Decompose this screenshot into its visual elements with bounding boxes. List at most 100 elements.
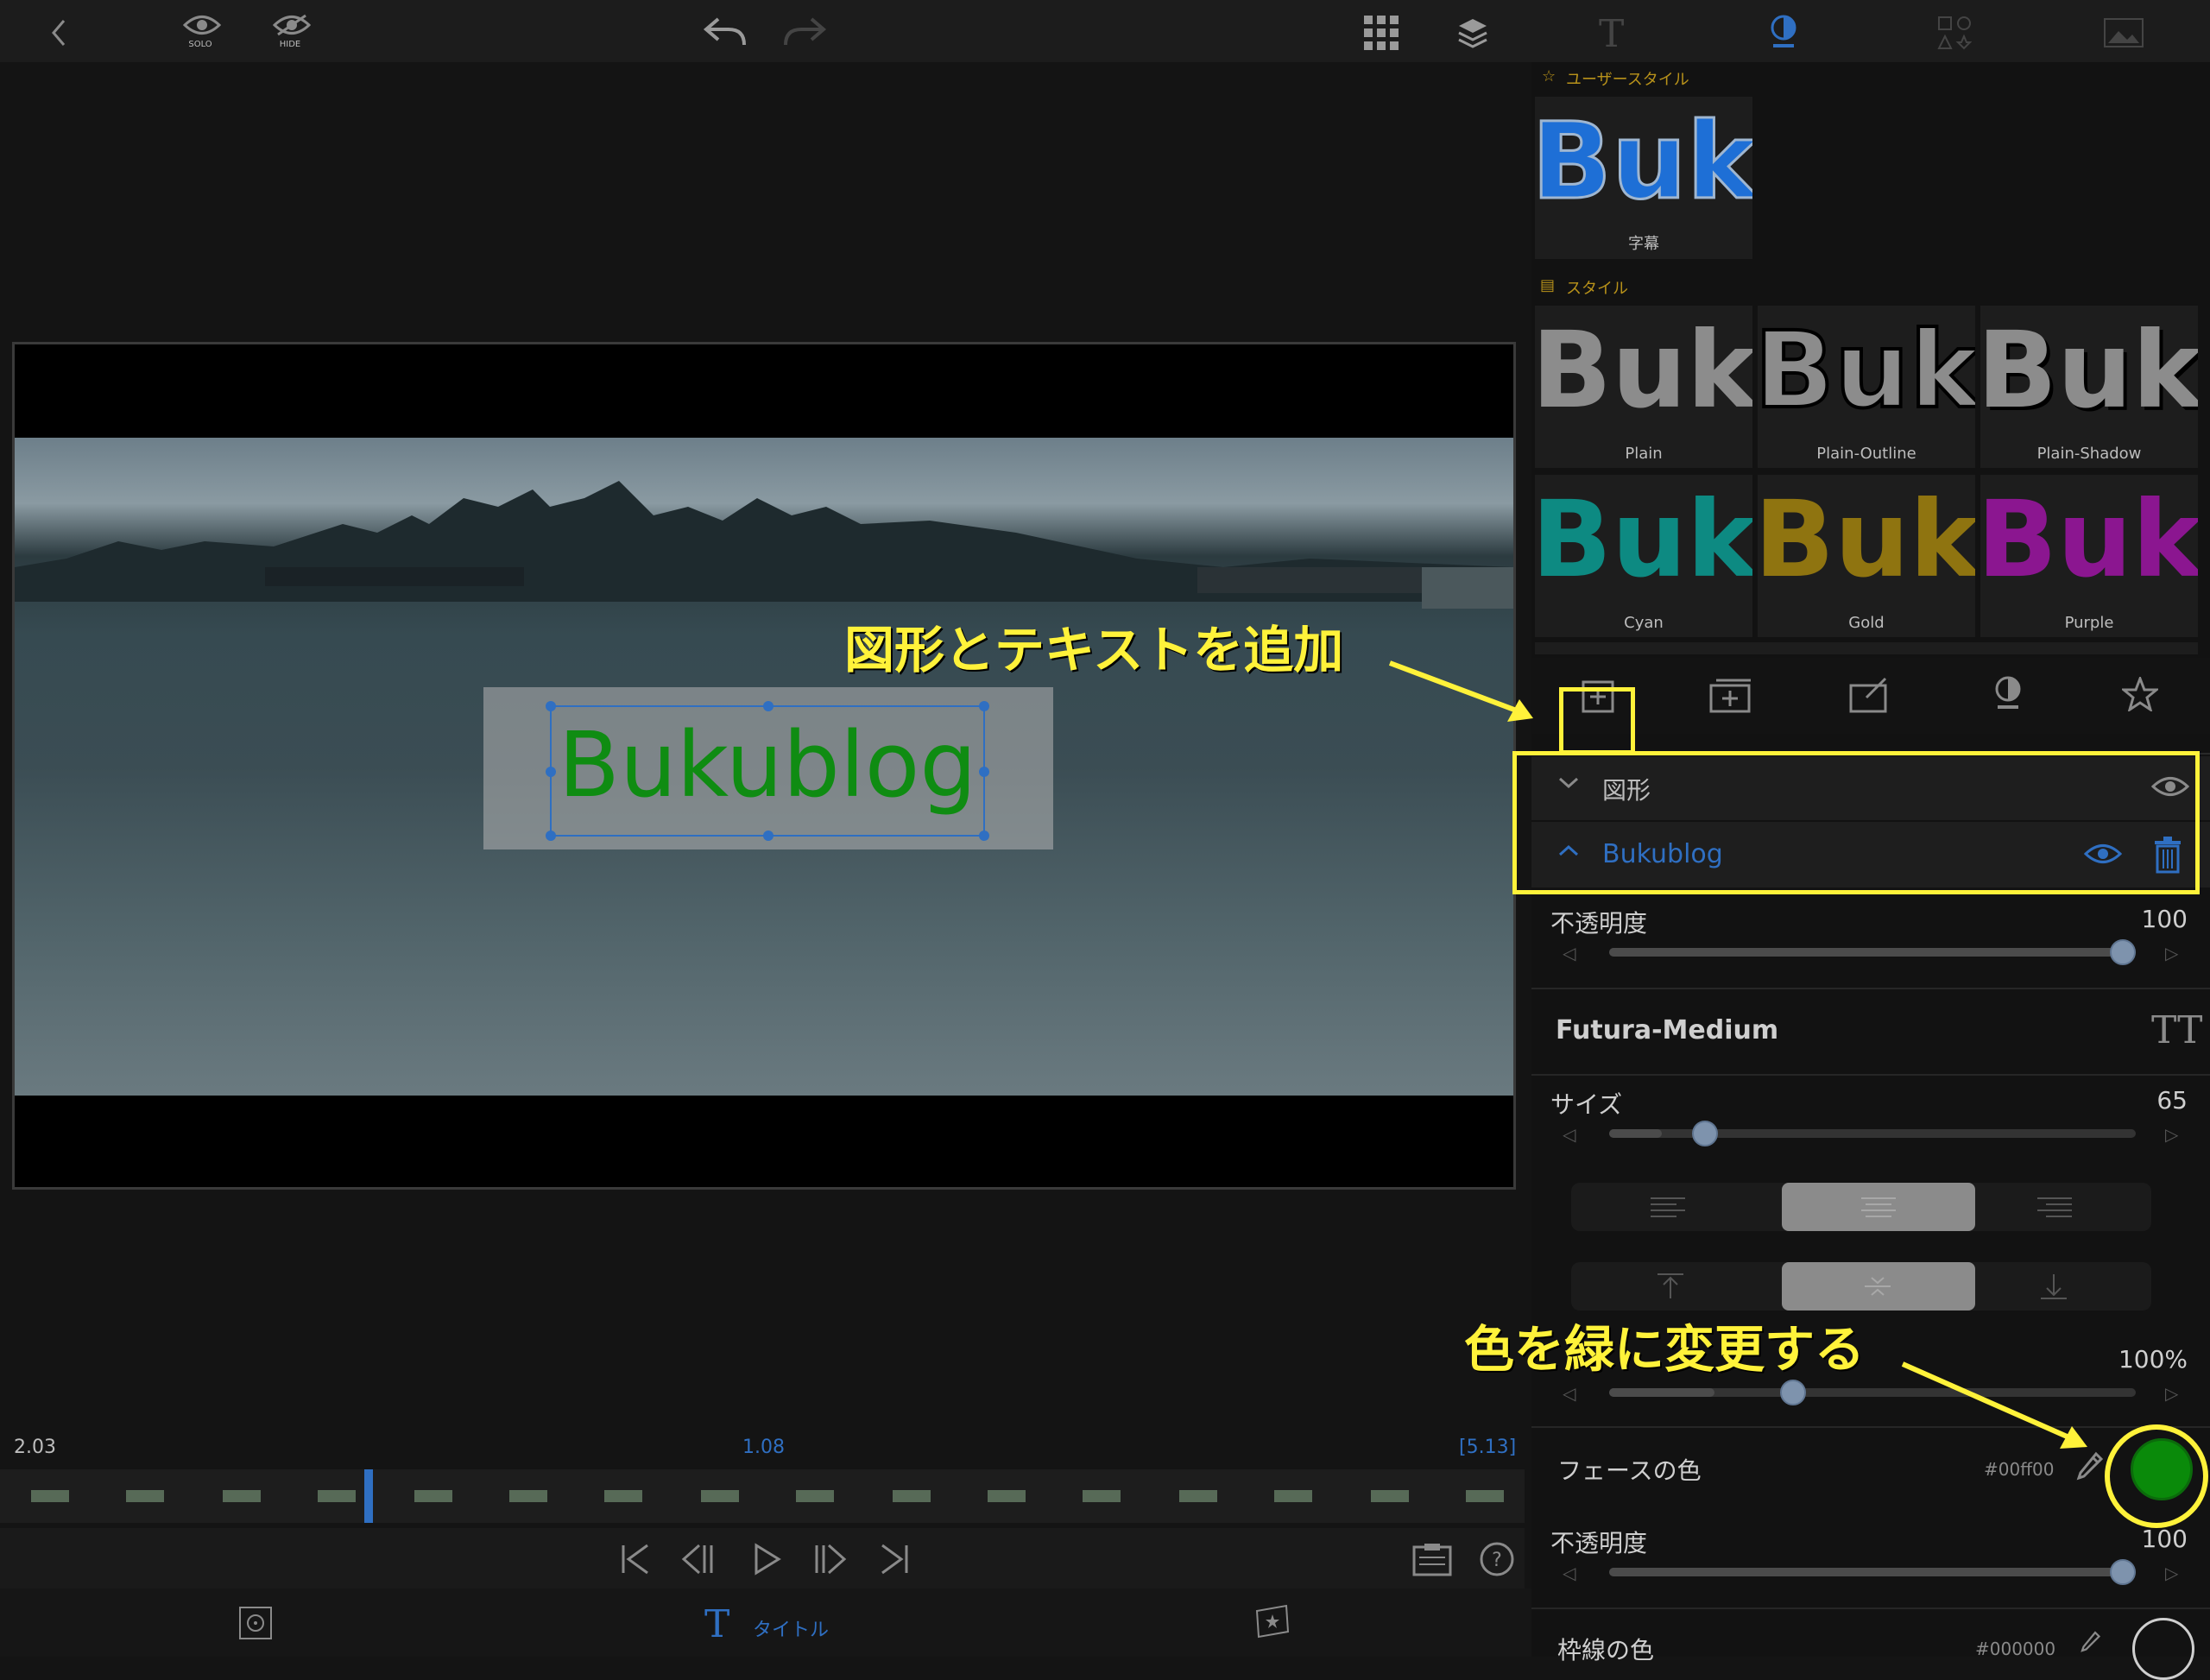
step-back-icon[interactable]: [680, 1542, 715, 1576]
style-thumb-plain[interactable]: Buku Plain: [1535, 306, 1752, 468]
title-tab-label[interactable]: タイトル: [753, 1614, 829, 1642]
solo-label: SOLO: [188, 40, 212, 49]
align-right-button[interactable]: [1958, 1183, 2151, 1231]
size-decrease-icon[interactable]: ◁: [1563, 1124, 1575, 1145]
face-opacity-decrease-icon[interactable]: ◁: [1563, 1563, 1575, 1583]
timeline-total-time: [5.13]: [1459, 1437, 1517, 1458]
style-row-partial: [1535, 642, 2198, 654]
favorite-star-icon[interactable]: [2122, 677, 2158, 711]
annotation-highlight-layers: [1512, 751, 2200, 894]
timeline-clip: [1274, 1490, 1312, 1502]
back-chevron-icon[interactable]: [48, 17, 69, 48]
video-preview-frame[interactable]: Bukublog: [12, 342, 1516, 1190]
selection-box[interactable]: Bukublog: [546, 701, 989, 841]
clipboard-icon[interactable]: [1412, 1542, 1452, 1576]
timeline-current-time: 1.08: [742, 1437, 785, 1458]
align-middle-button[interactable]: [1782, 1262, 1975, 1311]
opacity-slider[interactable]: [1609, 948, 2136, 957]
effects-tab-icon[interactable]: [1253, 1604, 1291, 1639]
timeline-left-time: 2.03: [14, 1437, 56, 1458]
face-opacity-slider-knob[interactable]: [2110, 1559, 2136, 1585]
style-thumb-plain-outline[interactable]: Buku Plain-Outline: [1758, 306, 1975, 468]
playhead[interactable]: [364, 1469, 373, 1523]
style-thumb-cyan[interactable]: Buku Cyan: [1535, 475, 1752, 637]
solo-eye-icon[interactable]: [183, 14, 221, 36]
timeline-clip: [509, 1490, 547, 1502]
handle-right[interactable]: [979, 767, 989, 777]
style-thumb-user-0[interactable]: Buku 字幕: [1535, 97, 1752, 259]
skip-to-end-icon[interactable]: [879, 1542, 910, 1576]
annotation-arrow-color: [1901, 1361, 2087, 1449]
style-sample-plain-shadow: Buku: [1980, 309, 2198, 432]
face-opacity-slider[interactable]: [1609, 1568, 2136, 1576]
svg-text:?: ?: [1492, 1550, 1502, 1571]
annotation-arrow-add: [1388, 660, 1533, 722]
title-tab-icon[interactable]: T: [704, 1602, 729, 1646]
opacity-value: 100: [2141, 905, 2188, 933]
hide-eye-icon[interactable]: [273, 14, 311, 36]
redo-icon[interactable]: [782, 14, 827, 48]
edit-layer-icon[interactable]: [1849, 677, 1889, 713]
grid-icon[interactable]: [1364, 16, 1399, 50]
user-style-star-icon: ☆: [1542, 67, 1556, 85]
timeline-clip: [604, 1490, 642, 1502]
image-icon[interactable]: [2103, 17, 2144, 48]
handle-bottom-left[interactable]: [546, 831, 556, 841]
step-forward-icon[interactable]: [813, 1542, 848, 1576]
timeline-clip: [893, 1490, 931, 1502]
handle-top-right[interactable]: [979, 701, 989, 711]
transform-tab-icon[interactable]: [238, 1606, 273, 1640]
handle-bottom-right[interactable]: [979, 831, 989, 841]
bottom-tab-bar: T タイトル: [0, 1588, 1531, 1657]
style-icon[interactable]: [1768, 14, 1799, 50]
align-bottom-button[interactable]: [1958, 1262, 2151, 1311]
timeline-clip: [414, 1490, 452, 1502]
opacity-increase-icon[interactable]: ▷: [2165, 943, 2178, 963]
handle-left[interactable]: [546, 767, 556, 777]
style-sample-plain: Buku: [1535, 309, 1752, 432]
handle-bottom[interactable]: [763, 831, 774, 841]
face-opacity-increase-icon[interactable]: ▷: [2165, 1563, 2178, 1583]
opacity-label: 不透明度: [1550, 909, 1648, 938]
shapes-icon[interactable]: [1937, 16, 1972, 50]
transport-bar: ?: [0, 1528, 1525, 1588]
style-save-icon[interactable]: [1992, 675, 2024, 711]
opacity-decrease-icon[interactable]: ◁: [1563, 943, 1575, 963]
play-icon[interactable]: [753, 1542, 782, 1576]
help-icon[interactable]: ?: [1480, 1542, 1514, 1576]
line-spacing-decrease-icon[interactable]: ◁: [1563, 1383, 1575, 1404]
align-left-button[interactable]: [1571, 1183, 1765, 1231]
layers-icon[interactable]: [1455, 16, 1490, 50]
outline-eyedropper-icon[interactable]: [2077, 1630, 2103, 1656]
divider: [1531, 1607, 2210, 1609]
timeline-clip: [31, 1490, 69, 1502]
style-section-icon: ▤: [1540, 276, 1556, 294]
style-label-user-0: 字幕: [1628, 235, 1659, 253]
size-increase-icon[interactable]: ▷: [2165, 1124, 2178, 1145]
style-sample-plain-outline: Buku: [1758, 309, 1975, 432]
face-opacity-value: 100: [2141, 1525, 2188, 1553]
opacity-slider-knob[interactable]: [2110, 939, 2136, 965]
style-thumb-gold[interactable]: Buku Gold: [1758, 475, 1975, 637]
timeline-track[interactable]: [0, 1469, 1525, 1523]
face-color-label: フェースの色: [1557, 1456, 1702, 1485]
handle-top-left[interactable]: [546, 701, 556, 711]
style-thumb-purple[interactable]: Buku Purple: [1980, 475, 2198, 637]
undo-icon[interactable]: [703, 14, 748, 48]
font-name[interactable]: Futura-Medium: [1556, 1015, 1778, 1045]
font-picker-icon[interactable]: TT: [2151, 1008, 2203, 1052]
align-center-button[interactable]: [1782, 1183, 1975, 1231]
text-tool-icon[interactable]: T: [1599, 12, 1624, 56]
timeline-clip: [1083, 1490, 1121, 1502]
outline-color-swatch[interactable]: [2132, 1618, 2194, 1680]
style-thumb-plain-shadow[interactable]: Buku Plain-Shadow: [1980, 306, 2198, 468]
size-slider-knob[interactable]: [1692, 1121, 1718, 1146]
outline-color-hex: #000000: [1975, 1639, 2056, 1659]
size-slider[interactable]: [1609, 1129, 2136, 1138]
add-group-icon[interactable]: [1709, 679, 1752, 713]
skip-to-start-icon[interactable]: [620, 1542, 651, 1576]
handle-top[interactable]: [763, 701, 774, 711]
line-spacing-increase-icon[interactable]: ▷: [2165, 1383, 2178, 1404]
line-spacing-slider-knob[interactable]: [1780, 1380, 1806, 1405]
align-top-button[interactable]: [1571, 1262, 1765, 1311]
